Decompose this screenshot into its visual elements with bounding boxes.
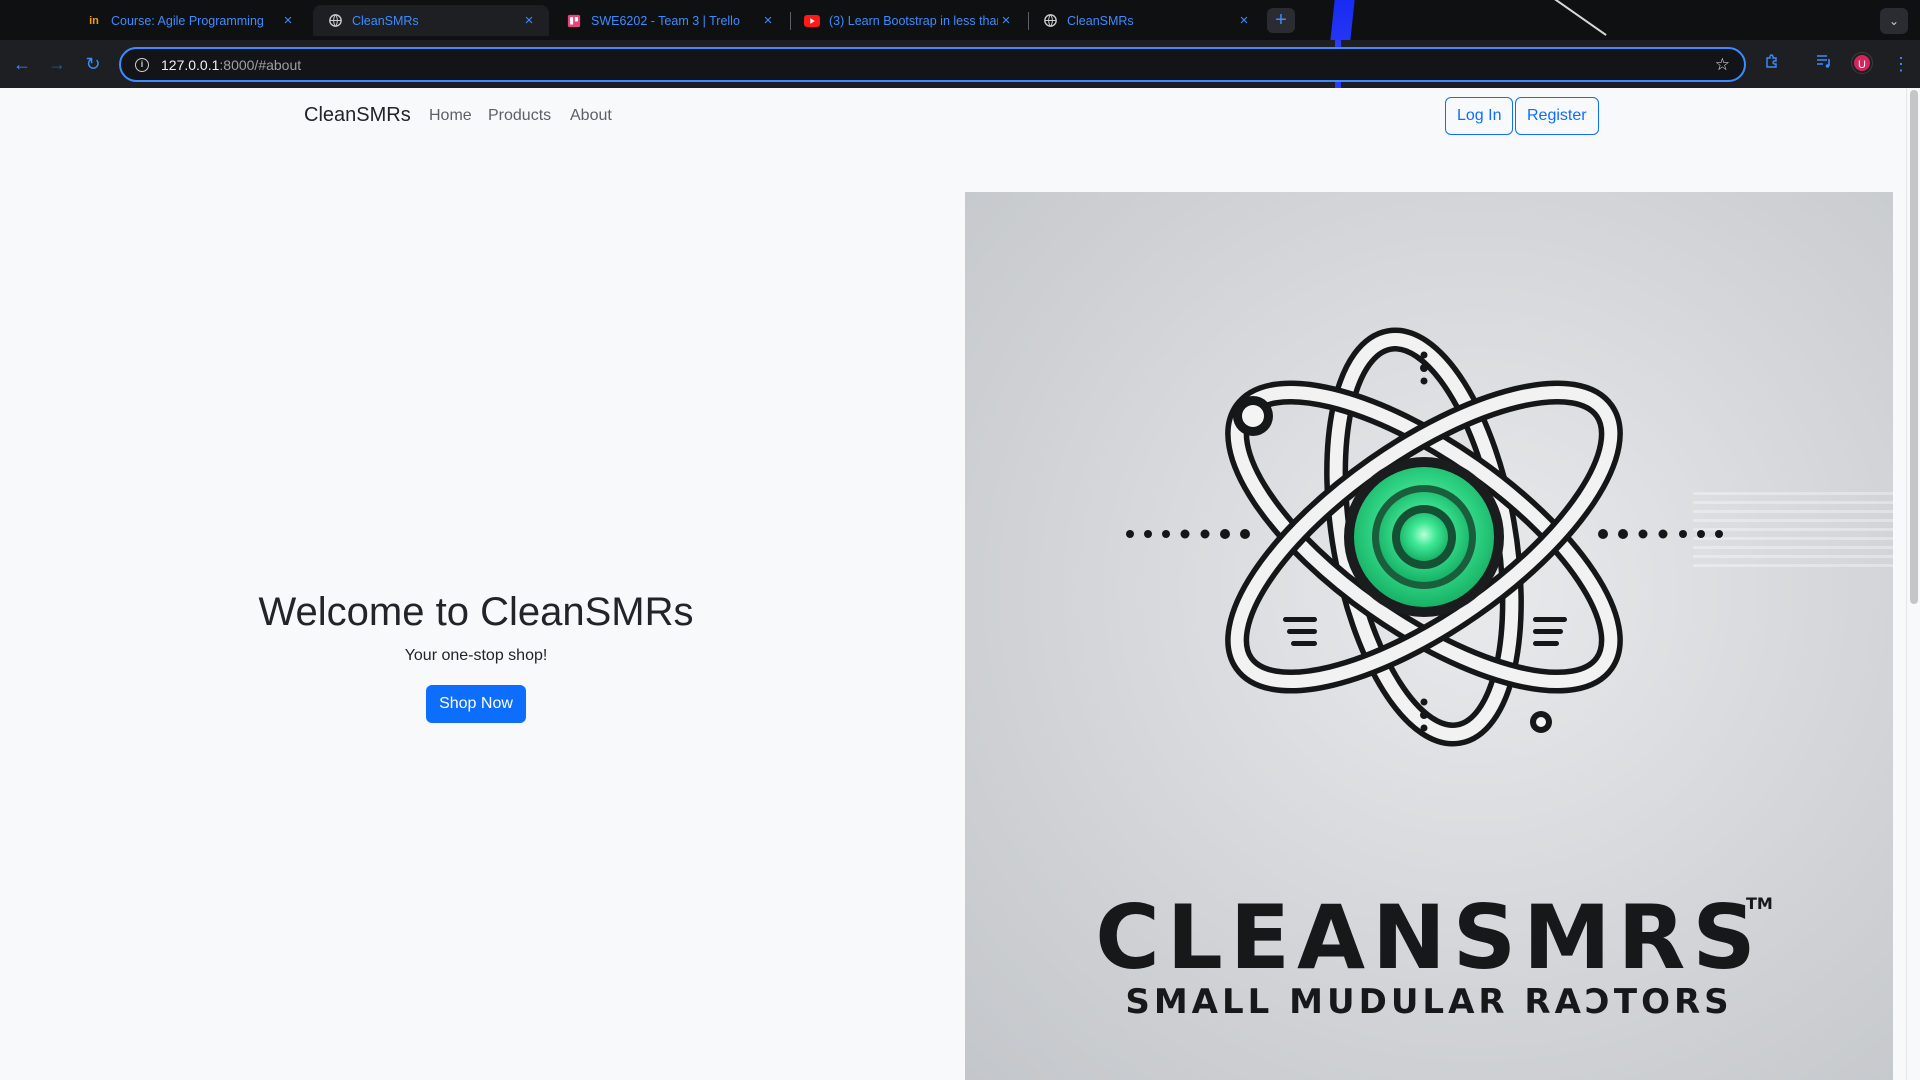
more-menu-icon[interactable]: ⋮ bbox=[1892, 53, 1910, 75]
tab-title: CleanSMRs bbox=[1067, 13, 1134, 28]
site-navbar: CleanSMRs Home Products About Log In Reg… bbox=[0, 88, 1906, 144]
globe-icon bbox=[1042, 13, 1058, 29]
register-button[interactable]: Register bbox=[1515, 97, 1599, 135]
tab-title: SWE6202 - Team 3 | Trello bbox=[591, 13, 740, 28]
globe-icon bbox=[327, 13, 343, 29]
browser-tab-strip: in Course: Agile Programming × CleanSMRs… bbox=[0, 0, 1920, 40]
nav-link-home[interactable]: Home bbox=[429, 107, 472, 125]
browser-tab-youtube[interactable]: (3) Learn Bootstrap in less than × bbox=[790, 5, 1026, 36]
logo-tagline: SMALL MUDULAR RAƆTORS bbox=[1125, 982, 1733, 1022]
scrollbar-thumb[interactable] bbox=[1910, 90, 1918, 604]
browser-tab-cleansmrs[interactable]: CleanSMRs × bbox=[313, 5, 549, 36]
youtube-icon bbox=[804, 13, 820, 29]
atom-logo-icon bbox=[1126, 327, 1723, 747]
browser-tab-trello[interactable]: SWE6202 - Team 3 | Trello × bbox=[552, 5, 788, 36]
trello-icon bbox=[566, 13, 582, 29]
forward-button[interactable]: → bbox=[45, 52, 69, 76]
trademark-symbol: TM bbox=[1746, 894, 1773, 913]
hero-title: Welcome to CleanSMRs bbox=[258, 590, 694, 634]
close-icon[interactable]: × bbox=[760, 12, 776, 29]
reload-button[interactable]: ↻ bbox=[81, 52, 105, 76]
browser-toolbar: ← → ↻ i 127.0.0.1 :8000/#about ☆ ⋮ bbox=[0, 40, 1920, 88]
address-bar[interactable]: i 127.0.0.1 :8000/#about ☆ bbox=[119, 47, 1746, 82]
nav-link-about[interactable]: About bbox=[570, 107, 612, 125]
extensions-icon[interactable] bbox=[1761, 53, 1783, 75]
site-brand[interactable]: CleanSMRs bbox=[304, 104, 411, 127]
profile-avatar[interactable]: U bbox=[1852, 53, 1872, 73]
url-path: :8000/#about bbox=[219, 56, 302, 73]
tab-title: (3) Learn Bootstrap in less than bbox=[829, 13, 998, 28]
close-icon[interactable]: × bbox=[1236, 12, 1252, 29]
wallpaper-decoration-line bbox=[1540, 0, 1607, 36]
login-button[interactable]: Log In bbox=[1445, 97, 1514, 135]
site-info-icon[interactable]: i bbox=[135, 57, 149, 72]
page-viewport: CleanSMRs Home Products About Log In Reg… bbox=[0, 88, 1920, 1080]
page-scrollbar[interactable] bbox=[1906, 88, 1920, 1080]
reload-icon: ↻ bbox=[85, 54, 101, 74]
media-queue-icon[interactable] bbox=[1813, 53, 1835, 75]
close-icon[interactable]: × bbox=[280, 12, 296, 29]
new-tab-button[interactable]: + bbox=[1267, 8, 1295, 33]
arrow-right-icon: → bbox=[48, 54, 66, 74]
close-icon[interactable]: × bbox=[998, 12, 1014, 29]
hero-logo-image: CLEANSMRS TM SMALL MUDULAR RAƆTORS bbox=[965, 192, 1893, 1080]
back-button[interactable]: ← bbox=[10, 52, 34, 76]
nav-link-products[interactable]: Products bbox=[488, 107, 551, 125]
wallpaper-decoration bbox=[1325, 0, 1355, 40]
chevron-down-icon: ⌄ bbox=[1888, 14, 1900, 28]
bookmark-star-icon[interactable]: ☆ bbox=[1715, 55, 1730, 75]
browser-tab-agile[interactable]: in Course: Agile Programming × bbox=[72, 5, 308, 36]
moodle-favicon-icon: in bbox=[89, 14, 99, 27]
url-host: 127.0.0.1 bbox=[161, 56, 220, 73]
tab-search-button[interactable]: ⌄ bbox=[1880, 8, 1908, 34]
close-icon[interactable]: × bbox=[521, 12, 537, 29]
browser-tab-cleansmrs-2[interactable]: CleanSMRs × bbox=[1028, 5, 1264, 36]
tab-title: Course: Agile Programming bbox=[111, 13, 264, 28]
shop-now-button[interactable]: Shop Now bbox=[426, 685, 526, 723]
tab-title: CleanSMRs bbox=[352, 13, 419, 28]
arrow-left-icon: ← bbox=[13, 54, 31, 74]
hero-subtitle: Your one-stop shop! bbox=[404, 647, 548, 664]
